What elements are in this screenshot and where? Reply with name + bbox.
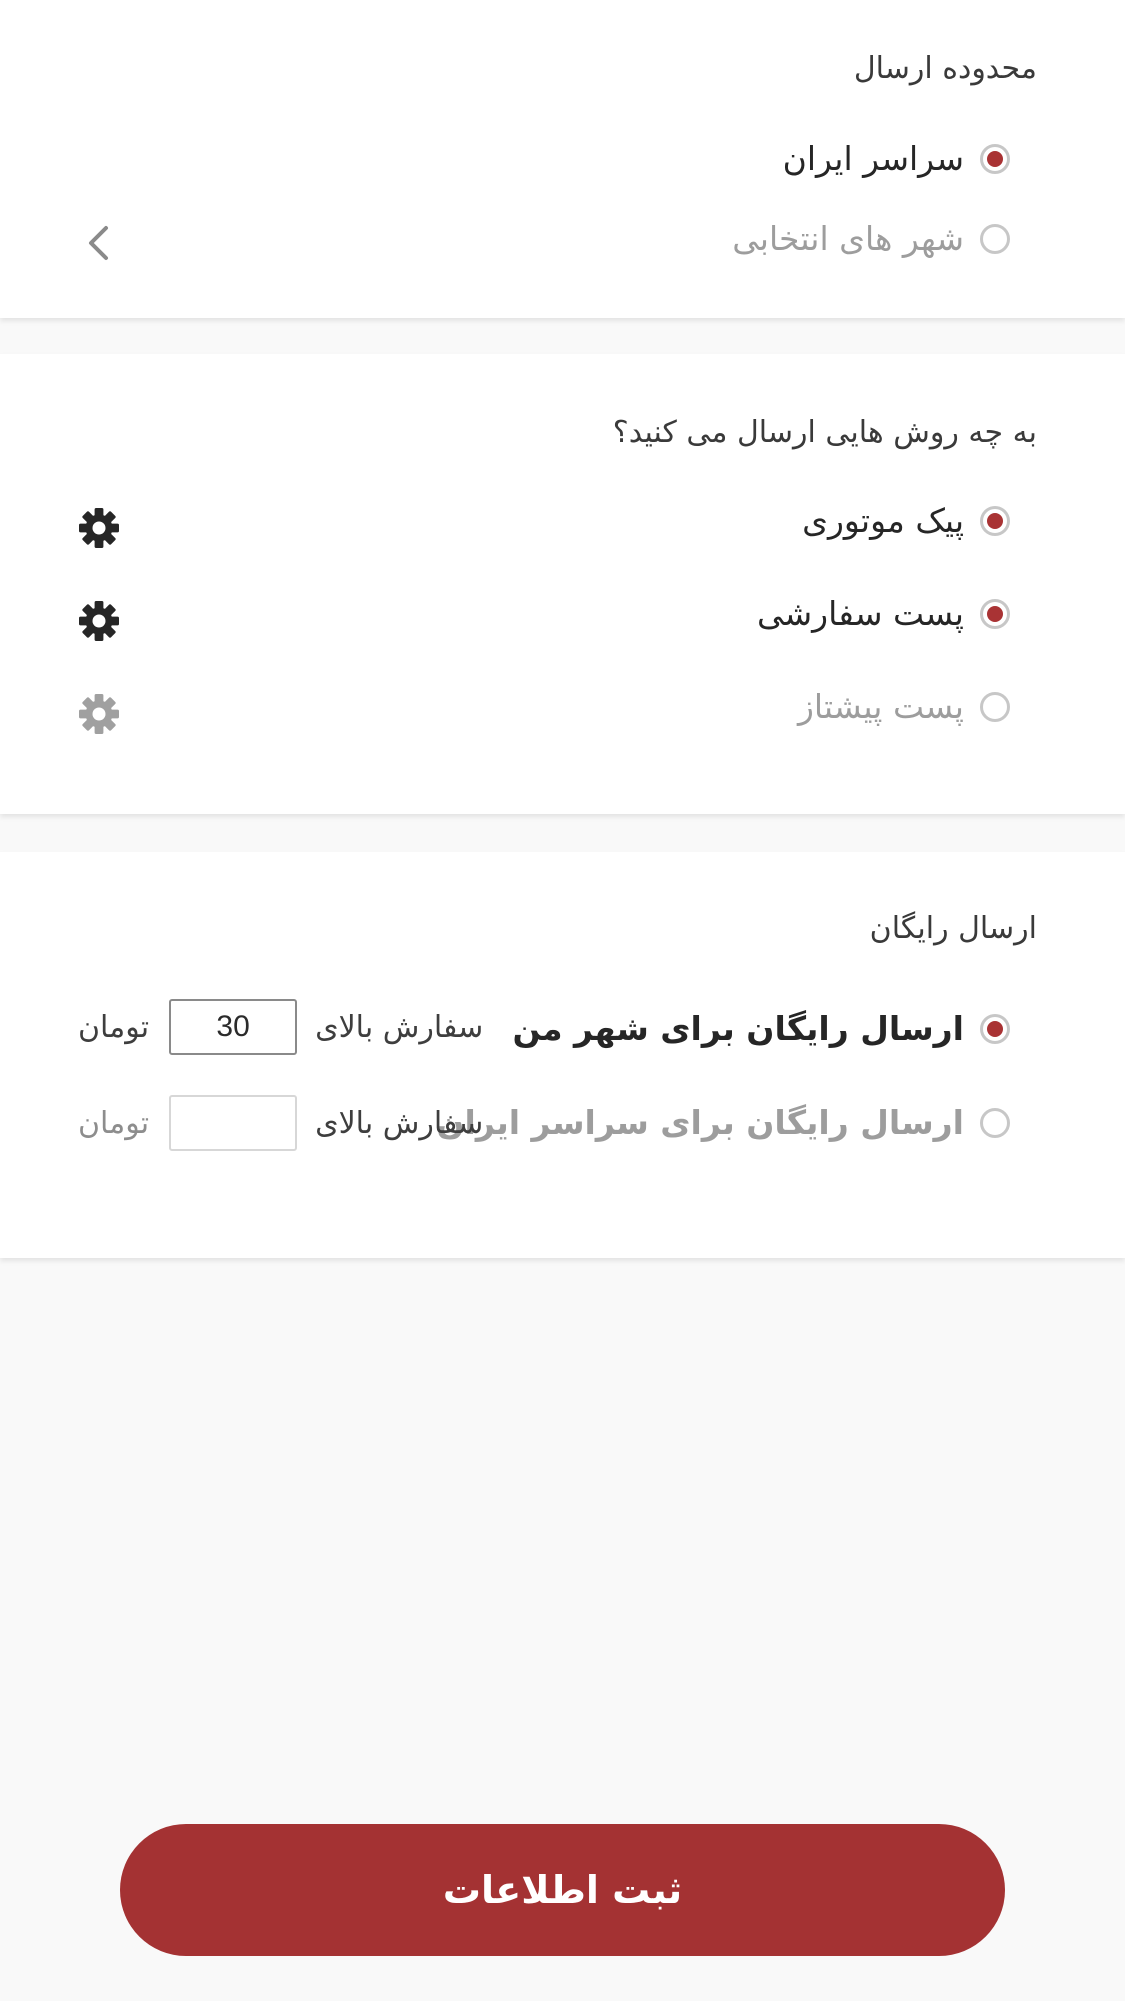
option-motor-courier-label: پیک موتوری xyxy=(802,501,964,540)
radio-free-all-iran[interactable] xyxy=(980,1107,1010,1138)
option-free-all-iran-label: ارسال رایگان برای سراسر ایران xyxy=(436,1103,964,1142)
option-selected-cities-label: شهر های انتخابی xyxy=(732,219,964,258)
gear-icon[interactable] xyxy=(78,507,120,549)
free-all-iran-amount-input[interactable] xyxy=(169,1095,298,1151)
shipping-methods-card: به چه روش هایی ارسال می کنید؟ پیک موتوری… xyxy=(0,354,1125,814)
radio-free-my-city[interactable] xyxy=(980,1013,1010,1044)
option-all-iran[interactable]: سراسر ایران xyxy=(783,142,1010,175)
currency-unit: تومان xyxy=(78,1009,150,1045)
option-registered-post[interactable]: پست سفارشی xyxy=(757,597,1010,630)
radio-registered-post[interactable] xyxy=(980,598,1010,629)
submit-button-label: ثبت اطلاعات xyxy=(442,1868,683,1912)
gear-icon[interactable] xyxy=(78,693,120,735)
free-shipping-title: ارسال رایگان xyxy=(869,911,1037,946)
shipping-range-card: محدوده ارسال سراسر ایران شهر های انتخابی xyxy=(0,0,1125,318)
option-free-all-iran[interactable]: ارسال رایگان برای سراسر ایران xyxy=(436,1106,1010,1139)
free-my-city-amount-input[interactable] xyxy=(169,999,298,1055)
option-free-my-city-label: ارسال رایگان برای شهر من xyxy=(512,1009,964,1048)
chevron-left-icon[interactable] xyxy=(80,224,118,262)
free-my-city-amount-group: سفارش بالای تومان xyxy=(78,999,483,1055)
option-express-post-label: پست پیشتاز xyxy=(797,687,964,726)
radio-express-post[interactable] xyxy=(980,691,1010,722)
free-shipping-card: ارسال رایگان ارسال رایگان برای شهر من سف… xyxy=(0,852,1125,1258)
order-above-label: سفارش بالای xyxy=(315,1105,484,1141)
option-express-post[interactable]: پست پیشتاز xyxy=(798,690,1010,723)
option-free-my-city[interactable]: ارسال رایگان برای شهر من xyxy=(512,1012,1010,1045)
option-motor-courier[interactable]: پیک موتوری xyxy=(802,504,1010,537)
shipping-methods-title: به چه روش هایی ارسال می کنید؟ xyxy=(612,415,1037,450)
option-all-iran-label: سراسر ایران xyxy=(782,139,964,178)
shipping-range-title: محدوده ارسال xyxy=(853,51,1037,86)
currency-unit: تومان xyxy=(78,1105,150,1141)
option-registered-post-label: پست سفارشی xyxy=(756,594,964,633)
submit-button[interactable]: ثبت اطلاعات xyxy=(120,1824,1005,1956)
radio-motor-courier[interactable] xyxy=(980,505,1010,536)
option-selected-cities[interactable]: شهر های انتخابی xyxy=(732,222,1010,255)
free-all-iran-amount-group: سفارش بالای تومان xyxy=(78,1095,483,1151)
radio-selected-cities[interactable] xyxy=(980,223,1010,254)
radio-all-iran[interactable] xyxy=(980,143,1010,174)
gear-icon[interactable] xyxy=(78,600,120,642)
order-above-label: سفارش بالای xyxy=(315,1009,484,1045)
